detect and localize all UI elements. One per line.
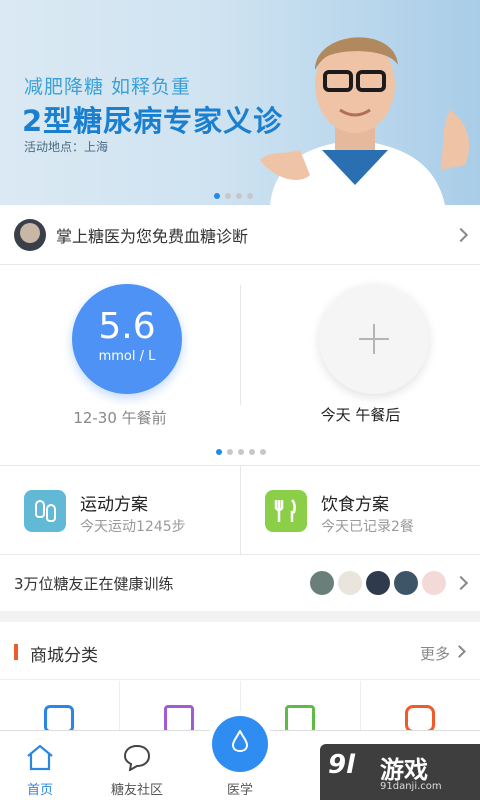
cutlery-icon (265, 490, 307, 532)
promo-banner[interactable]: 减肥降糖 如释负重 2型糖尿病专家义诊 活动地点：上海 (0, 0, 480, 205)
avatar (338, 571, 362, 595)
chevron-right-icon (453, 645, 466, 658)
add-reading-button[interactable] (319, 284, 429, 394)
diet-plan-desc: 今天已记录2餐 (321, 519, 414, 535)
mall-header: 商城分类 更多 (0, 622, 480, 680)
doctor-photo (260, 37, 470, 205)
heart-jar-icon (284, 705, 315, 733)
exercise-plan-desc: 今天运动1245步 (80, 519, 186, 535)
glucose-reading-circle[interactable]: 5.6 mmol / L (72, 284, 182, 394)
next-reading-label: 今天 午餐后 (320, 406, 401, 424)
home-icon (27, 744, 53, 771)
chat-bubble-icon (123, 744, 151, 771)
shopping-bag-icon (404, 705, 435, 733)
page-dot (238, 449, 244, 455)
avatar (366, 571, 390, 595)
add-reading[interactable]: 今天 午餐后 (241, 265, 480, 440)
medicine-center-button[interactable] (212, 716, 268, 772)
avatar (422, 571, 446, 595)
chevron-right-icon (453, 227, 469, 242)
tab-home[interactable]: 首页 (0, 731, 80, 800)
chevron-right-icon (453, 575, 469, 591)
medicine-jar-icon (164, 705, 195, 733)
tab-medicine[interactable]: 医学 (200, 716, 280, 800)
free-diagnosis-notice[interactable]: 掌上糖医为您免费血糖诊断 (0, 205, 480, 265)
reading-time: 12-30 午餐前 (73, 409, 167, 427)
glucometer-icon (44, 705, 74, 733)
watermark-name: 游戏 (380, 756, 428, 784)
diet-plan-title: 饮食方案 (321, 495, 389, 515)
exercise-plan-title: 运动方案 (80, 495, 148, 515)
last-reading[interactable]: 5.6 mmol / L 12-30 午餐前 (0, 265, 240, 440)
page-dot (260, 449, 266, 455)
glucose-unit: mmol / L (98, 349, 156, 364)
banner-subtitle: 减肥降糖 如释负重 (24, 76, 192, 98)
watermark-logo: 9l (328, 750, 356, 780)
plans-section: 运动方案 今天运动1245步 饮食方案 今天已记录2餐 (0, 465, 480, 555)
tab-home-label: 首页 (26, 783, 53, 798)
page-dot (214, 193, 220, 199)
glucose-value: 5.6 (98, 306, 156, 347)
banner-page-dots (214, 193, 253, 199)
water-drop-icon (232, 730, 248, 752)
diet-plan-card[interactable]: 饮食方案 今天已记录2餐 (240, 466, 480, 555)
member-avatars (310, 571, 446, 595)
training-row[interactable]: 3万位糖友正在健康训练 (0, 555, 480, 611)
page-dot (236, 193, 242, 199)
banner-place: 活动地点：上海 (24, 140, 109, 154)
glucose-page-dots (216, 449, 266, 455)
notice-text: 掌上糖医为您免费血糖诊断 (56, 226, 249, 246)
training-text: 3万位糖友正在健康训练 (14, 574, 174, 593)
avatar (14, 218, 46, 251)
page-dot (247, 193, 253, 199)
exercise-plan-card[interactable]: 运动方案 今天运动1245步 (0, 466, 240, 555)
mall-title: 商城分类 (30, 646, 98, 666)
tab-medicine-label: 医学 (226, 783, 253, 798)
watermark: 9l 游戏 91danji.com (320, 744, 480, 800)
avatar (310, 571, 334, 595)
page-dot (225, 193, 231, 199)
page-dot (216, 449, 222, 455)
section-accent-bar (14, 644, 18, 660)
page-dot (227, 449, 233, 455)
tab-community-label: 糖友社区 (110, 783, 163, 798)
footprints-icon (24, 490, 66, 532)
tab-community[interactable]: 糖友社区 (97, 731, 177, 800)
glucose-panel: 5.6 mmol / L 12-30 午餐前 今天 午餐后 (0, 265, 480, 465)
avatar (394, 571, 418, 595)
page-dot (249, 449, 255, 455)
watermark-url: 91danji.com (380, 781, 442, 792)
mall-more-link[interactable]: 更多 (420, 643, 450, 664)
